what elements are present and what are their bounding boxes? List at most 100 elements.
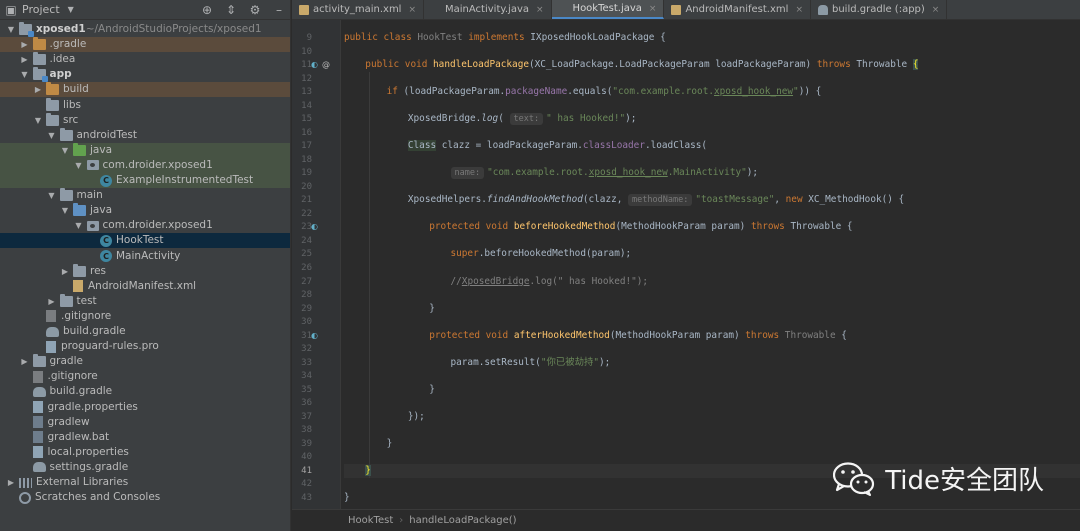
breadcrumb-item[interactable]: handleLoadPackage() — [409, 515, 516, 526]
tree-item[interactable]: build.gradle — [0, 384, 290, 399]
editor-tab[interactable]: activity_main.xml × — [292, 0, 425, 19]
line-number: 21 — [301, 195, 312, 206]
line-number: 11 — [301, 60, 312, 71]
tree-item[interactable]: Scratches and Consoles — [0, 490, 290, 505]
collapse-all-icon[interactable]: ⇕ — [224, 3, 238, 17]
chevron-down-icon[interactable]: ▼ — [33, 115, 43, 125]
tree-item[interactable]: ▶ build — [0, 82, 290, 98]
tree-item[interactable]: ▼ java — [0, 142, 290, 158]
chevron-down-icon[interactable]: ▼ — [60, 145, 70, 155]
tree-item[interactable]: ▼ androidTest — [0, 127, 290, 143]
override-method-icon[interactable]: ◐ — [311, 330, 318, 342]
tree-item[interactable]: gradle.properties — [0, 400, 290, 415]
tree-item[interactable]: C ExampleInstrumentedTest — [0, 173, 290, 188]
code-editor[interactable]: public class HookTest implements IXposed… — [344, 20, 1080, 509]
wechat-logo-icon — [833, 461, 875, 496]
libraries-icon — [19, 477, 32, 488]
line-number: 27 — [301, 276, 312, 287]
tree-item[interactable]: ▶ res — [0, 263, 290, 279]
line-number: 16 — [301, 127, 312, 138]
line-number: 9 — [306, 33, 312, 43]
breadcrumb-separator: › — [399, 515, 404, 526]
tree-item[interactable]: ▼ com.droider.xposed1 — [0, 218, 290, 233]
editor-tab-label: build.gradle (:app) — [831, 4, 925, 15]
tree-item[interactable]: .gitignore — [0, 309, 290, 324]
tree-item[interactable]: libs — [0, 97, 290, 113]
locate-file-icon[interactable]: ⊕ — [200, 3, 214, 17]
tree-item[interactable]: gradlew.bat — [0, 430, 290, 445]
line-number: 12 — [301, 73, 312, 84]
close-icon[interactable]: × — [795, 5, 803, 15]
close-icon[interactable]: × — [932, 5, 940, 15]
tree-item[interactable]: gradlew — [0, 415, 290, 430]
close-icon[interactable]: × — [649, 4, 657, 14]
tree-item[interactable]: ▼ xposed1 ~/AndroidStudioProjects/xposed1 — [0, 22, 290, 37]
chevron-down-icon[interactable]: ▼ — [47, 130, 57, 140]
tree-item[interactable]: ▼ java — [0, 203, 290, 218]
hide-panel-icon[interactable]: – — [272, 3, 286, 17]
tree-item[interactable]: ▼ src — [0, 112, 290, 128]
tree-item-label: Scratches and Consoles — [35, 491, 161, 504]
java-class-icon — [431, 5, 441, 15]
editor-area: activity_main.xml × MainActivity.java × Hook… — [292, 0, 1080, 531]
implement-method-icon[interactable]: ◐ — [311, 59, 318, 71]
tree-item-label: gradle — [49, 355, 83, 368]
tree-item-label: .gradle — [49, 38, 87, 51]
tree-item[interactable]: .gitignore — [0, 369, 290, 384]
tree-item[interactable]: ▼ main — [0, 188, 290, 203]
chevron-down-icon[interactable]: ▼ — [74, 160, 84, 170]
java-class-icon: C — [100, 174, 112, 187]
code-line: param.setResult("你已被劫持"); — [450, 356, 611, 368]
tree-item[interactable]: ▼ com.droider.xposed1 — [0, 157, 290, 173]
chevron-down-icon[interactable]: ▼ — [6, 25, 16, 35]
tree-item[interactable]: local.properties — [0, 445, 290, 460]
tree-item-label: local.properties — [47, 445, 129, 458]
close-icon[interactable]: × — [408, 5, 416, 15]
chevron-down-icon[interactable]: ▼ — [20, 70, 30, 80]
chevron-down-icon[interactable]: ▼ — [47, 191, 57, 201]
tree-item-path: ~/AndroidStudioProjects/xposed1 — [85, 23, 262, 35]
project-view-selector[interactable]: ▣ Project ▼ — [4, 3, 78, 17]
chevron-down-icon[interactable]: ▼ — [60, 206, 70, 216]
chevron-right-icon[interactable]: ▶ — [20, 55, 30, 65]
chevron-right-icon[interactable]: ▶ — [60, 266, 70, 276]
tree-item-label: app — [49, 68, 72, 81]
tree-item[interactable]: build.gradle — [0, 324, 290, 339]
breadcrumb-item[interactable]: HookTest — [348, 515, 393, 526]
chevron-right-icon[interactable]: ▶ — [33, 85, 43, 95]
tree-item[interactable]: AndroidManifest.xml — [0, 279, 290, 294]
editor-tab[interactable]: build.gradle (:app) × — [811, 0, 948, 19]
tree-item[interactable]: ▶ External Libraries — [0, 475, 290, 490]
chevron-right-icon[interactable]: ▶ — [20, 40, 30, 50]
close-icon[interactable]: × — [536, 5, 544, 15]
tree-item[interactable]: ▶ .gradle — [0, 37, 290, 53]
tree-item[interactable]: ▶ test — [0, 293, 290, 309]
tree-item[interactable]: settings.gradle — [0, 460, 290, 475]
tree-item[interactable]: ▶ .idea — [0, 52, 290, 67]
chevron-right-icon[interactable]: ▶ — [20, 357, 30, 367]
editor-tab[interactable]: HookTest.java × — [551, 0, 665, 19]
code-line: if (loadPackageParam.packageName.equals(… — [386, 86, 822, 98]
gear-icon[interactable]: ⚙ — [248, 3, 262, 17]
tree-item[interactable]: C HookTest — [0, 233, 290, 249]
code-line: } — [365, 464, 371, 476]
tree-item[interactable]: C MainActivity — [0, 249, 290, 264]
line-number: 35 — [301, 384, 312, 395]
editor-tab[interactable]: MainActivity.java × — [424, 0, 552, 19]
tree-item[interactable]: ▶ gradle — [0, 354, 290, 369]
editor-tab[interactable]: AndroidManifest.xml × — [664, 0, 811, 19]
java-class-icon: C — [100, 250, 112, 262]
override-method-icon[interactable]: ◐ — [311, 221, 318, 233]
chevron-right-icon[interactable]: ▶ — [47, 296, 57, 306]
tree-item[interactable]: ▼ app — [0, 67, 290, 83]
chevron-right-icon[interactable]: ▶ — [6, 478, 16, 488]
chevron-down-icon[interactable]: ▼ — [74, 221, 84, 231]
tree-item[interactable]: proguard-rules.pro — [0, 339, 290, 354]
folder-icon — [73, 263, 86, 277]
watermark: Tide安全团队 — [833, 460, 1044, 497]
